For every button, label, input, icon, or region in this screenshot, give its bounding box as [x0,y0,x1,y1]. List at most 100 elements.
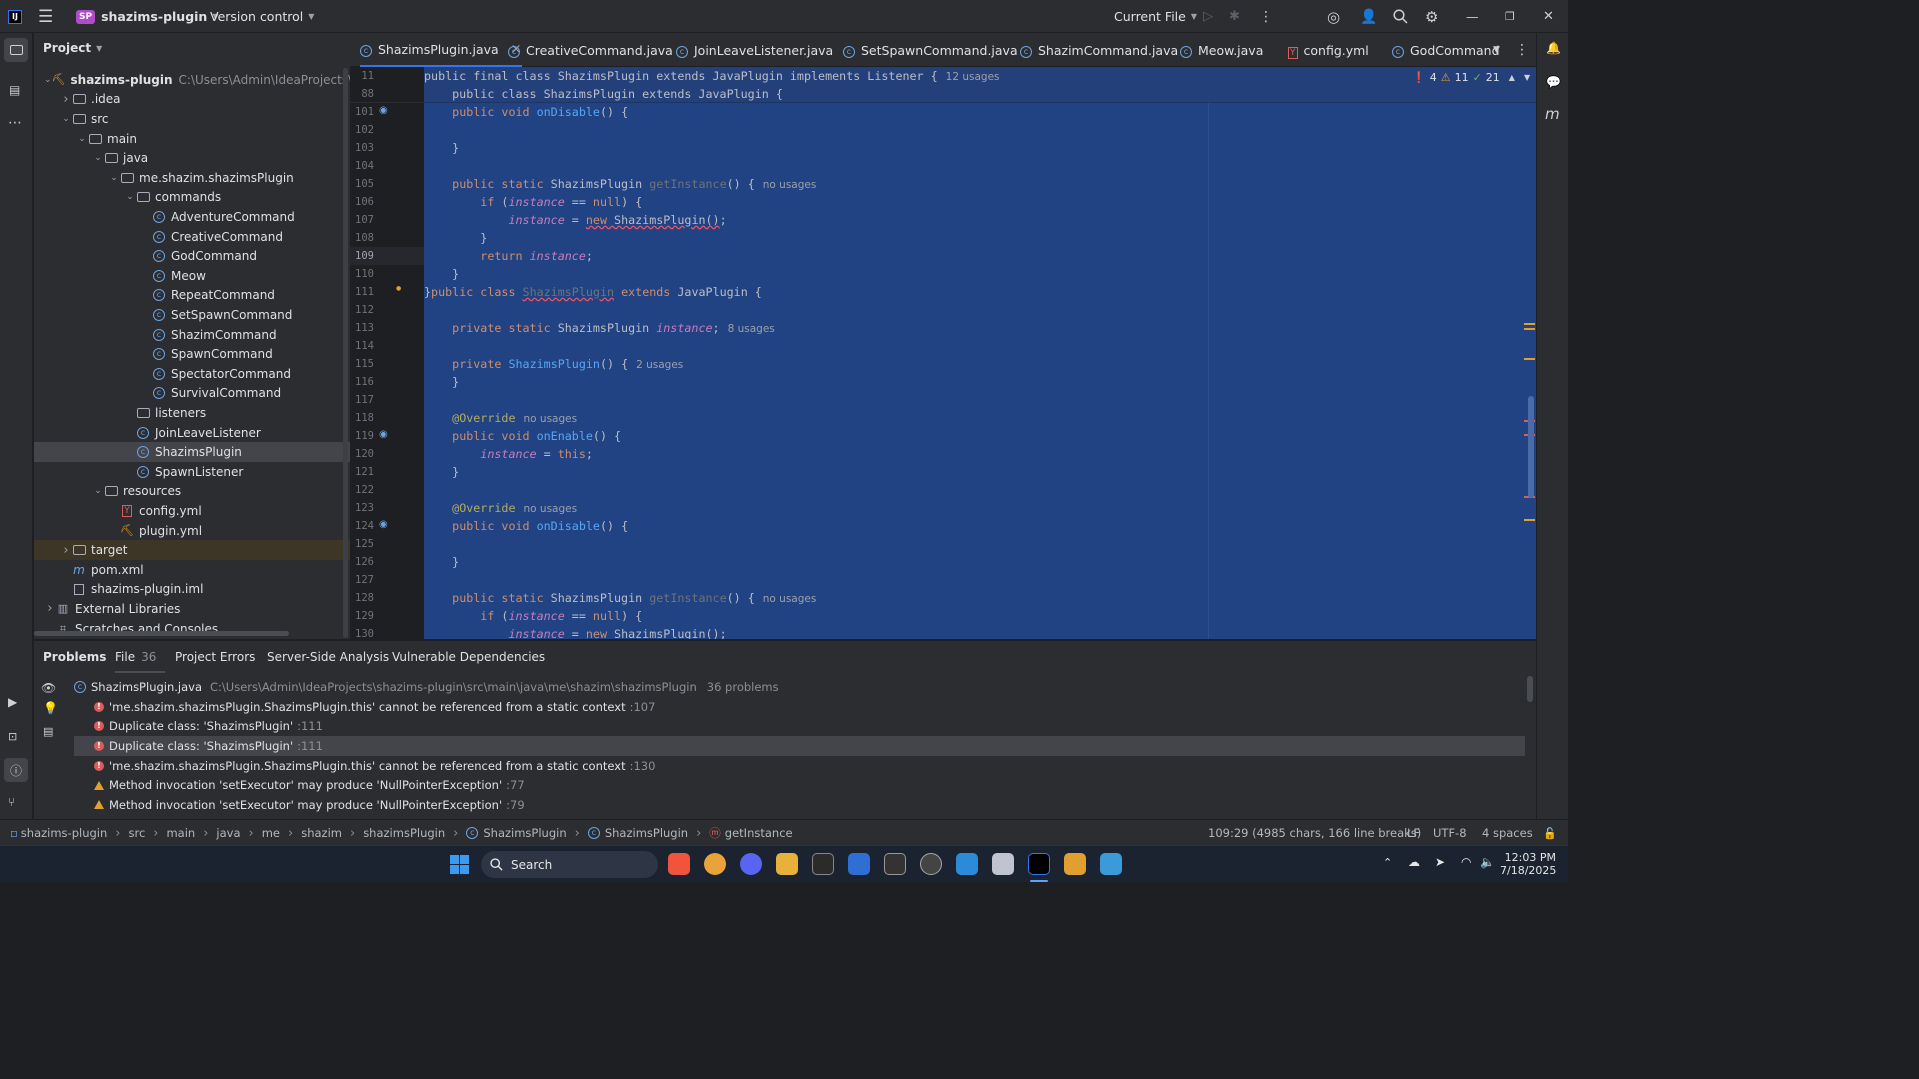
settings-gear-icon[interactable]: ⚙ [1425,0,1438,33]
editor-tab[interactable]: c JoinLeaveListener.java [676,33,833,67]
ai-assistant-icon[interactable]: ◎ [1327,0,1340,33]
chevron-down-icon[interactable]: ▼ [1493,33,1500,67]
line-number[interactable]: 118 [350,412,374,424]
structure-tool-icon[interactable]: ▤ [9,83,20,97]
problems-scrollbar[interactable] [1527,676,1533,702]
project-tool-icon[interactable] [4,38,28,62]
tree-item[interactable]: › target [34,540,350,560]
line-number[interactable]: 129 [350,610,374,622]
line-number[interactable]: 125 [350,538,374,550]
breadcrumb-item[interactable]: src [128,826,145,840]
taskbar-search-box[interactable]: Search [481,851,658,878]
code-line[interactable]: }public class ShazimsPlugin extends Java… [424,283,762,301]
problems-tab[interactable]: Project Errors [175,641,255,673]
warning-stripe-marker[interactable] [1524,323,1535,325]
chevron-down-icon[interactable]: ▼ [1524,73,1530,82]
code-line[interactable]: instance = new ShazimsPlugin(); [424,211,726,229]
taskbar-clock[interactable]: 12:03 PM 7/18/2025 [1500,851,1556,877]
line-number[interactable]: 119 [350,430,374,442]
breadcrumb-item[interactable]: shazimsPlugin [363,826,445,840]
tree-item[interactable]: c SpawnCommand [34,344,350,364]
tree-item[interactable]: m pom.xml [34,560,350,580]
line-number[interactable]: 109 [350,250,374,262]
editor-tab[interactable]: c GodCommand [1392,33,1500,67]
line-number[interactable]: 112 [350,304,374,316]
line-number[interactable]: 115 [350,358,374,370]
tree-item[interactable]: listeners [34,403,350,423]
sticky-line[interactable]: public class ShazimsPlugin extends JavaP… [424,85,783,103]
problem-item[interactable]: Method invocation 'setExecutor' may prod… [74,795,1525,815]
chevron-down-icon[interactable]: ⌄ [108,173,120,183]
code-line[interactable]: } [424,139,459,157]
code-line[interactable]: public void onEnable() { [424,427,621,445]
tree-item[interactable]: c RepeatCommand [34,286,350,306]
code-line[interactable]: private ShazimsPlugin() {2 usages [424,355,683,373]
breadcrumb-item[interactable]: java [216,826,240,840]
sticky-lines[interactable]: public final class ShazimsPlugin extends… [424,67,1536,103]
chevron-down-icon[interactable]: ⌄ [60,114,72,124]
sticky-line[interactable]: public final class ShazimsPlugin extends… [424,67,1000,85]
line-number[interactable]: 107 [350,214,374,226]
tree-item[interactable]: c ShazimsPlugin [34,442,350,462]
chevron-right-icon[interactable]: › [60,543,72,558]
chevron-right-icon[interactable]: › [60,92,72,107]
lock-icon[interactable]: 🔓 [1543,820,1557,846]
tree-item[interactable]: c JoinLeaveListener [34,423,350,443]
run-config-selector[interactable]: Current File ▼ [1114,0,1197,33]
tree-item[interactable]: c AdventureCommand [34,207,350,227]
breadcrumb-item[interactable]: me [262,826,280,840]
editor-tab[interactable]: c SetSpawnCommand.java [843,33,1018,67]
tree-item[interactable]: › .idea [34,90,350,110]
tree-item[interactable]: c ShazimCommand [34,325,350,345]
problem-item[interactable]: Method invocation 'setExecutor' may prod… [74,775,1525,795]
run-icon[interactable]: ▷ [1203,0,1213,33]
shield-app-icon[interactable] [848,853,870,875]
breadcrumb-item[interactable]: c ShazimsPlugin [466,826,567,840]
maven-icon[interactable]: m [1545,105,1560,123]
chevron-down-icon[interactable]: ⌄ [92,486,104,496]
line-number[interactable]: 106 [350,196,374,208]
tree-item[interactable]: ⌄ commands [34,188,350,208]
more-actions-icon[interactable]: ⋮ [1259,0,1273,33]
debug-icon[interactable]: ✱ [1229,0,1240,33]
bookmark-marker-icon[interactable]: ● [396,285,401,292]
line-number[interactable]: 110 [350,268,374,280]
tree-item[interactable]: › ▥ External Libraries [34,599,350,619]
services-icon[interactable]: ▶ [8,695,17,709]
editor-tab[interactable]: c ShazimsPlugin.java × [360,33,522,67]
chevron-up-icon[interactable]: ⌃ [1383,856,1392,869]
code-line[interactable]: } [424,265,459,283]
volume-icon[interactable]: 🔈 [1480,855,1495,869]
chevron-down-icon[interactable]: ⌄ [44,75,52,85]
tree-item[interactable]: ⌄ src [34,109,350,129]
override-marker-icon[interactable]: ◉ [379,105,388,116]
wifi-icon[interactable]: ◠ [1461,855,1471,869]
problem-item[interactable]: ! 'me.shazim.shazimsPlugin.ShazimsPlugin.… [74,697,1525,717]
tree-item[interactable]: c SetSpawnCommand [34,305,350,325]
vcs-widget[interactable]: Version control ▼ [210,0,314,33]
usage-hint[interactable]: 12 usages [946,71,1000,83]
tree-item[interactable]: c GodCommand [34,246,350,266]
tree-item[interactable]: c SurvivalCommand [34,384,350,404]
code-line[interactable]: private static ShazimsPlugin instance; 8 … [424,319,775,337]
code-line[interactable]: @Override no usages [424,499,577,517]
editor-tab[interactable]: c Meow.java [1180,33,1263,67]
line-number[interactable]: 120 [350,448,374,460]
override-marker-icon[interactable]: ◉ [379,429,388,440]
tree-item[interactable]: Yconfig.yml [34,501,350,521]
onedrive-icon[interactable]: ☁ [1408,855,1420,869]
warning-stripe-marker[interactable] [1524,358,1535,360]
problems-tab[interactable]: Problems [43,641,106,673]
file-explorer-icon[interactable] [776,853,798,875]
more-tools-icon[interactable]: ⋯ [8,115,22,131]
code-line[interactable]: } [424,229,487,247]
override-marker-icon[interactable]: ◉ [379,519,388,530]
code-line[interactable]: if (instance == null) { [424,607,642,625]
file-encoding[interactable]: UTF-8 [1433,820,1467,846]
breadcrumb-item[interactable]: main [166,826,195,840]
code-line[interactable]: public static ShazimsPlugin getInstance(… [424,175,816,193]
code-line[interactable]: return instance; [424,247,593,265]
caret-position[interactable]: 109:29 (4985 chars, 166 line breaks) [1208,820,1421,846]
problems-tool-icon[interactable]: ⓘ [4,758,28,782]
code-line[interactable]: } [424,463,459,481]
